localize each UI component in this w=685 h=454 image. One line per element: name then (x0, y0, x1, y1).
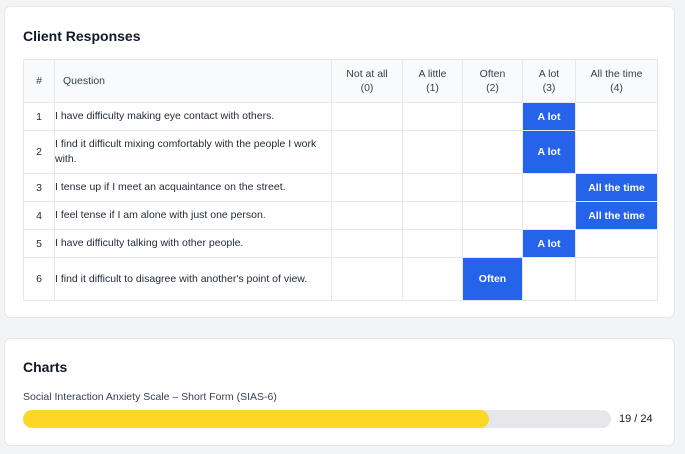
response-cell-a-lot (522, 201, 576, 230)
scale-label: Social Interaction Anxiety Scale – Short… (23, 391, 277, 403)
row-question: I tense up if I meet an acquaintance on … (54, 173, 332, 202)
response-cell-a-little (402, 229, 463, 258)
column-header-label: Not at all (346, 68, 388, 80)
response-cell-often (462, 102, 523, 131)
row-question: I feel tense if I am alone with just one… (54, 201, 332, 230)
response-cell-all-the-time (575, 130, 658, 174)
response-cell-all-the-time (575, 257, 658, 301)
column-header-a-little: A little (1) (402, 59, 463, 103)
client-responses-title: Client Responses (23, 28, 141, 44)
row-number: 1 (23, 102, 55, 131)
column-header-not-at-all: Not at all (0) (331, 59, 403, 103)
response-cell-often (462, 130, 523, 174)
column-header-label: Often (479, 68, 506, 80)
row-question: I have difficulty talking with other peo… (54, 229, 332, 258)
column-header-value: (4) (610, 82, 623, 94)
column-header-often: Often (2) (462, 59, 523, 103)
responses-table: # Question Not at all (0) A little (1) O… (23, 59, 658, 301)
response-cell-often (462, 173, 523, 202)
response-cell-all-the-time (575, 102, 658, 131)
row-question: I find it difficult to disagree with ano… (54, 257, 332, 301)
score-progress-track (23, 410, 611, 428)
row-question: I have difficulty making eye contact wit… (54, 102, 332, 131)
response-cell-not-at-all (331, 229, 403, 258)
response-cell-often (462, 201, 523, 230)
column-header-num: # (23, 59, 55, 103)
table-row: 3 I tense up if I meet an acquaintance o… (23, 173, 658, 202)
selected-answer-cell: A lot (522, 130, 576, 174)
response-cell-not-at-all (331, 130, 403, 174)
table-row: 1 I have difficulty making eye contact w… (23, 102, 658, 131)
score-text: 19 / 24 (619, 413, 653, 425)
response-cell-a-lot (522, 173, 576, 202)
response-cell-not-at-all (331, 201, 403, 230)
column-header-value: (3) (542, 82, 556, 94)
response-cell-not-at-all (331, 173, 403, 202)
selected-answer-cell: A lot (522, 102, 576, 131)
table-row: 6 I find it difficult to disagree with a… (23, 257, 658, 301)
table-row: 5 I have difficulty talking with other p… (23, 229, 658, 258)
row-number: 4 (23, 201, 55, 230)
response-cell-a-lot (522, 257, 576, 301)
selected-answer-cell: Often (462, 257, 523, 301)
column-header-label: All the time (590, 68, 643, 80)
column-header-value: (0) (360, 82, 374, 94)
selected-answer-cell: All the time (575, 173, 658, 202)
score-progress-fill (23, 410, 489, 428)
response-cell-a-little (402, 173, 463, 202)
response-cell-often (462, 229, 523, 258)
column-header-label: A little (418, 68, 447, 80)
column-header-value: (1) (426, 82, 439, 94)
row-number: 2 (23, 130, 55, 174)
row-question: I find it difficult mixing comfortably w… (54, 130, 332, 174)
column-header-value: (2) (486, 82, 499, 94)
response-cell-not-at-all (331, 257, 403, 301)
selected-answer-cell: A lot (522, 229, 576, 258)
table-row: 4 I feel tense if I am alone with just o… (23, 201, 658, 230)
response-cell-a-little (402, 130, 463, 174)
column-header-all-the-time: All the time (4) (575, 59, 658, 103)
response-cell-a-little (402, 201, 463, 230)
table-row: 2 I find it difficult mixing comfortably… (23, 130, 658, 174)
table-header-row: # Question Not at all (0) A little (1) O… (23, 59, 658, 103)
charts-title: Charts (23, 359, 68, 375)
response-cell-a-little (402, 102, 463, 131)
row-number: 5 (23, 229, 55, 258)
response-cell-not-at-all (331, 102, 403, 131)
client-responses-card: Client Responses # Question Not at all (… (4, 6, 675, 318)
response-cell-all-the-time (575, 229, 658, 258)
charts-card: Charts Social Interaction Anxiety Scale … (4, 338, 675, 446)
column-header-label: A lot (538, 68, 560, 80)
selected-answer-cell: All the time (575, 201, 658, 230)
column-header-question: Question (54, 59, 332, 103)
row-number: 6 (23, 257, 55, 301)
column-header-a-lot: A lot (3) (522, 59, 576, 103)
response-cell-a-little (402, 257, 463, 301)
row-number: 3 (23, 173, 55, 202)
